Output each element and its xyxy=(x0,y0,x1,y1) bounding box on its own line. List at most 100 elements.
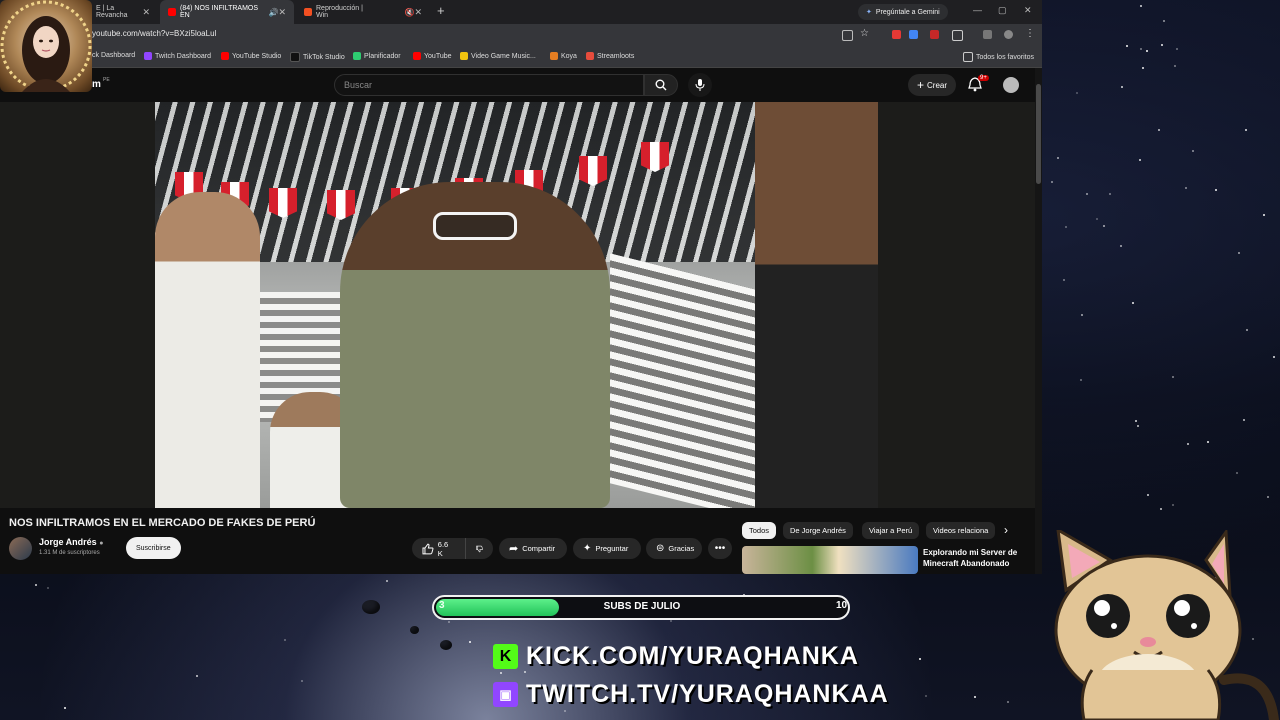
bookmark-item[interactable]: Planificador xyxy=(353,52,401,60)
star xyxy=(1173,64,1176,67)
chevron-right-icon[interactable]: › xyxy=(1004,523,1008,537)
bookmark-item[interactable]: Koya xyxy=(550,52,577,60)
subscriber-count: 1.31 M de suscriptores xyxy=(39,550,100,556)
star xyxy=(1206,440,1209,443)
notification-badge: 9+ xyxy=(978,75,989,81)
profile-icon[interactable] xyxy=(1004,30,1013,39)
gemini-label: Pregúntale a Gemini xyxy=(875,8,940,16)
asteroid xyxy=(410,626,419,634)
close-icon[interactable]: ✕ xyxy=(278,7,286,18)
star xyxy=(1102,225,1105,228)
tab-3[interactable]: Reproducción | Win 🔇 ✕ xyxy=(296,0,430,24)
close-window-button[interactable]: ✕ xyxy=(1024,5,1032,16)
share-button[interactable]: ➦ Compartir xyxy=(499,538,567,559)
star xyxy=(1086,192,1089,195)
dislike-button[interactable] xyxy=(465,538,493,559)
subscribe-button[interactable]: Suscribirse xyxy=(126,537,181,559)
goal-target: 10 xyxy=(836,600,848,611)
bookmark-item[interactable]: ck Dashboard xyxy=(92,52,135,59)
windows-icon xyxy=(304,8,312,16)
all-favorites[interactable]: Todos los favoritos xyxy=(963,52,1034,62)
maximize-button[interactable]: ▢ xyxy=(998,5,1007,16)
bookmark-item[interactable]: YouTube Studio xyxy=(221,52,281,60)
star xyxy=(1272,355,1275,358)
youtube-logo-fragment[interactable]: m xyxy=(92,79,101,90)
video-player[interactable] xyxy=(0,102,1035,508)
twitch-icon xyxy=(144,52,152,60)
star-icon[interactable]: ☆ xyxy=(860,28,869,39)
voice-search-button[interactable] xyxy=(688,73,712,97)
star xyxy=(564,709,567,712)
share-label: Compartir xyxy=(522,544,556,553)
kick-url: KICK.COM/YURAQHANKA xyxy=(526,642,859,670)
media-icon[interactable] xyxy=(983,30,992,39)
star xyxy=(1242,418,1245,421)
tab-2[interactable]: (84) NOS INFILTRAMOS EN 🔊 ✕ xyxy=(160,0,294,24)
star xyxy=(1158,128,1161,131)
bookmark-label: TikTok Studio xyxy=(303,53,345,61)
translate-icon[interactable] xyxy=(909,30,918,39)
tab-1-label: E | La Revancha xyxy=(96,5,128,19)
audio-icon[interactable]: 🔊 xyxy=(268,8,278,17)
person-right xyxy=(755,102,878,508)
video-info: NOS INFILTRAMOS EN EL MERCADO DE FAKES D… xyxy=(0,508,1035,574)
bookmark-item[interactable]: Video Game Music... xyxy=(460,52,536,60)
asteroid xyxy=(440,640,452,650)
thanks-button[interactable]: ⊜ Gracias xyxy=(646,538,702,559)
channel-avatar[interactable] xyxy=(9,537,32,560)
recommended-title[interactable]: Explorando mi Server de Minecraft Abando… xyxy=(923,547,1023,569)
search-button[interactable] xyxy=(644,74,678,96)
youtube-header: Buscar + Crear 9+ xyxy=(0,68,1035,102)
menu-icon[interactable]: ⋮ xyxy=(1025,28,1035,39)
chip-all[interactable]: Todos xyxy=(742,522,777,539)
puzzle-icon[interactable] xyxy=(952,30,963,41)
create-label: Crear xyxy=(927,80,948,90)
more-button[interactable]: ••• xyxy=(708,538,732,559)
chip-channel[interactable]: De Jorge Andrés xyxy=(783,522,853,539)
star xyxy=(1120,86,1123,88)
gemini-button[interactable]: ✦ Pregúntale a Gemini xyxy=(858,4,948,20)
sneaker-shelf xyxy=(610,253,760,508)
mute-icon[interactable]: 🔇 xyxy=(404,8,414,17)
more-icon: ••• xyxy=(714,543,726,554)
scrollbar[interactable] xyxy=(1035,68,1042,574)
like-button[interactable]: 6.6 K xyxy=(412,538,465,559)
create-button[interactable]: + Crear xyxy=(908,74,957,96)
extension-icon[interactable] xyxy=(892,30,901,39)
region-label: PE xyxy=(103,77,110,83)
chip-related[interactable]: Videos relaciona xyxy=(926,522,996,539)
planner-icon xyxy=(353,52,361,60)
close-icon[interactable]: ✕ xyxy=(142,7,150,18)
new-tab-button[interactable]: + xyxy=(437,3,445,18)
star xyxy=(1245,328,1248,331)
search-input[interactable]: Buscar xyxy=(334,74,644,96)
close-icon[interactable]: ✕ xyxy=(414,7,422,18)
bookmark-item[interactable]: YouTube xyxy=(413,52,452,60)
tab-1[interactable]: E | La Revancha ✕ xyxy=(88,0,158,24)
channel-name[interactable]: Jorge Andrés ● xyxy=(39,537,103,547)
ask-button[interactable]: ✦ Preguntar xyxy=(573,538,641,559)
star xyxy=(1245,128,1247,131)
star xyxy=(1159,507,1162,510)
kick-icon: K xyxy=(493,644,518,669)
streamer-avatar xyxy=(0,0,92,92)
streamloots-icon xyxy=(586,52,594,60)
bookmark-label: Twitch Dashboard xyxy=(155,52,212,60)
bookmark-item[interactable]: TikTok Studio xyxy=(290,52,345,62)
install-icon[interactable] xyxy=(842,30,853,41)
video-frame[interactable] xyxy=(155,102,878,508)
minimize-button[interactable]: — xyxy=(973,5,982,15)
scrollbar-thumb[interactable] xyxy=(1036,84,1041,184)
extension-icon[interactable] xyxy=(930,30,939,39)
chip-travel[interactable]: Viajar a Perú xyxy=(862,522,920,539)
tab-3-label: Reproducción | Win xyxy=(316,5,363,19)
bookmark-item[interactable]: Twitch Dashboard xyxy=(144,52,211,60)
recommended-thumbnail[interactable] xyxy=(742,546,918,574)
bookmark-item[interactable]: Streamloots xyxy=(586,52,634,60)
channel-name-text: Jorge Andrés xyxy=(39,537,97,547)
url-field[interactable]: youtube.com/watch?v=BXzi5loaLul xyxy=(92,29,216,38)
user-avatar[interactable] xyxy=(1003,77,1019,93)
gemini-icon: ✦ xyxy=(866,9,872,16)
youtube-icon xyxy=(413,52,421,60)
thumbs-down-icon xyxy=(476,545,483,552)
